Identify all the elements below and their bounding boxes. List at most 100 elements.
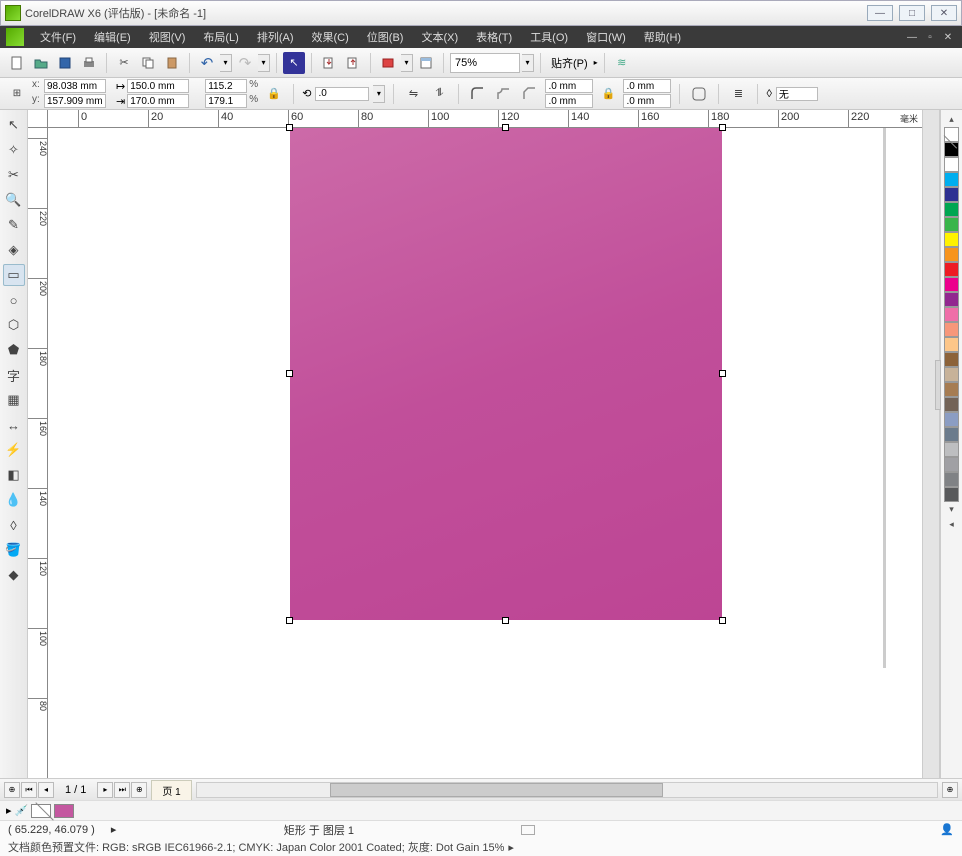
- palette-up-button[interactable]: ▴: [947, 112, 956, 127]
- text-tool[interactable]: 字: [3, 364, 25, 386]
- page-add-right-button[interactable]: ⊕: [131, 782, 147, 798]
- pick-tool[interactable]: ↖: [3, 114, 25, 136]
- minimize-button[interactable]: —: [867, 5, 893, 21]
- color-swatch[interactable]: [944, 247, 959, 262]
- mdi-restore-button[interactable]: ▫: [922, 30, 938, 44]
- menu-effects[interactable]: 效果(C): [304, 26, 357, 48]
- page-tab-1[interactable]: 页 1: [151, 780, 191, 800]
- interactive-tool[interactable]: ◧: [3, 464, 25, 486]
- rectangle-tool[interactable]: ▭: [3, 264, 25, 286]
- redo-dropdown[interactable]: ▾: [258, 54, 270, 72]
- color-swatch[interactable]: [944, 457, 959, 472]
- fill-swatch[interactable]: [31, 804, 51, 818]
- color-swatch[interactable]: [944, 217, 959, 232]
- open-button[interactable]: [30, 52, 52, 74]
- welcome-button[interactable]: [415, 52, 437, 74]
- options-button[interactable]: ≋: [611, 52, 633, 74]
- color-swatch[interactable]: [944, 487, 959, 502]
- corner-tl-field[interactable]: .0 mm: [545, 79, 593, 93]
- eyedropper-icon[interactable]: 💉: [15, 804, 29, 817]
- ruler-corner[interactable]: [28, 110, 48, 128]
- vertical-ruler[interactable]: 24022020018016014012010080: [28, 128, 48, 778]
- color-swatch[interactable]: [944, 397, 959, 412]
- rotation-field[interactable]: .0: [315, 87, 369, 101]
- dimension-tool[interactable]: ↔: [3, 414, 25, 436]
- wrap-text-button[interactable]: ≣: [727, 83, 749, 105]
- export-button[interactable]: [342, 52, 364, 74]
- corner-round-button[interactable]: [467, 83, 489, 105]
- color-swatch[interactable]: [944, 307, 959, 322]
- color-swatch[interactable]: [944, 442, 959, 457]
- color-swatch[interactable]: [944, 427, 959, 442]
- color-swatch[interactable]: [944, 187, 959, 202]
- cut-button[interactable]: ✂: [113, 52, 135, 74]
- page-next-button[interactable]: ▸: [97, 782, 113, 798]
- relative-corner-button[interactable]: [688, 83, 710, 105]
- crop-tool[interactable]: ✂: [3, 164, 25, 186]
- polygon-tool[interactable]: ⬡: [3, 314, 25, 336]
- smart-fill-tool[interactable]: ◈: [3, 239, 25, 261]
- color-swatch[interactable]: [944, 412, 959, 427]
- color-swatch[interactable]: [944, 382, 959, 397]
- outline-tool[interactable]: ◊: [3, 514, 25, 536]
- zoom-dropdown[interactable]: ▾: [522, 54, 534, 72]
- color-swatch[interactable]: [944, 202, 959, 217]
- snap-menu[interactable]: 贴齐(P): [547, 55, 592, 71]
- zoom-tool[interactable]: 🔍: [3, 189, 25, 211]
- corner-scallop-button[interactable]: [493, 83, 515, 105]
- corner-br-field[interactable]: .0 mm: [623, 94, 671, 108]
- page-first-button[interactable]: ⏮: [21, 782, 37, 798]
- color-swatch[interactable]: [944, 232, 959, 247]
- height-field[interactable]: 170.0 mm: [127, 94, 189, 108]
- horizontal-scrollbar[interactable]: [196, 782, 938, 798]
- corner-tr-field[interactable]: .0 mm: [623, 79, 671, 93]
- y-field[interactable]: 157.909 mm: [44, 94, 106, 108]
- menu-table[interactable]: 表格(T): [468, 26, 520, 48]
- menu-edit[interactable]: 编辑(E): [86, 26, 139, 48]
- save-button[interactable]: [54, 52, 76, 74]
- scale-x-field[interactable]: 115.2: [205, 79, 247, 93]
- mdi-close-button[interactable]: ✕: [940, 30, 956, 44]
- search-button[interactable]: ↖: [283, 52, 305, 74]
- maximize-button[interactable]: □: [899, 5, 925, 21]
- new-button[interactable]: [6, 52, 28, 74]
- color-swatch[interactable]: [944, 157, 959, 172]
- connector-tool[interactable]: ⚡: [3, 439, 25, 461]
- color-swatch[interactable]: [944, 277, 959, 292]
- menu-arrange[interactable]: 排列(A): [249, 26, 302, 48]
- import-button[interactable]: [318, 52, 340, 74]
- swatch-none[interactable]: [944, 127, 959, 142]
- outline-swatch[interactable]: [54, 804, 74, 818]
- menu-view[interactable]: 视图(V): [141, 26, 194, 48]
- color-swatch[interactable]: [944, 292, 959, 307]
- menu-help[interactable]: 帮助(H): [636, 26, 689, 48]
- handle-mr[interactable]: [719, 370, 726, 377]
- handle-tl[interactable]: [286, 124, 293, 131]
- copy-button[interactable]: [137, 52, 159, 74]
- color-swatch[interactable]: [944, 352, 959, 367]
- color-swatch[interactable]: [944, 322, 959, 337]
- x-field[interactable]: 98.038 mm: [44, 79, 106, 93]
- rotation-spinner[interactable]: ▾: [373, 85, 385, 103]
- handle-br[interactable]: [719, 617, 726, 624]
- color-swatch[interactable]: [944, 262, 959, 277]
- fill-tool[interactable]: 🪣: [3, 539, 25, 561]
- mdi-minimize-button[interactable]: —: [904, 30, 920, 44]
- page-prev-button[interactable]: ◂: [38, 782, 54, 798]
- zoom-field[interactable]: 75%: [450, 53, 520, 73]
- page-last-button[interactable]: ⏭: [114, 782, 130, 798]
- page-add-left-button[interactable]: ⊕: [4, 782, 20, 798]
- menu-file[interactable]: 文件(F): [32, 26, 84, 48]
- shape-tool[interactable]: ✧: [3, 139, 25, 161]
- color-swatch[interactable]: [944, 337, 959, 352]
- menu-text[interactable]: 文本(X): [413, 26, 466, 48]
- width-field[interactable]: 150.0 mm: [127, 79, 189, 93]
- undo-dropdown[interactable]: ▾: [220, 54, 232, 72]
- app-launcher-button[interactable]: [377, 52, 399, 74]
- eyedropper-tool[interactable]: 💧: [3, 489, 25, 511]
- corner-chamfer-button[interactable]: [519, 83, 541, 105]
- handle-ml[interactable]: [286, 370, 293, 377]
- zoom-navigator-button[interactable]: ⊕: [942, 782, 958, 798]
- color-swatch[interactable]: [944, 172, 959, 187]
- palette-down-button[interactable]: ▾: [947, 502, 956, 517]
